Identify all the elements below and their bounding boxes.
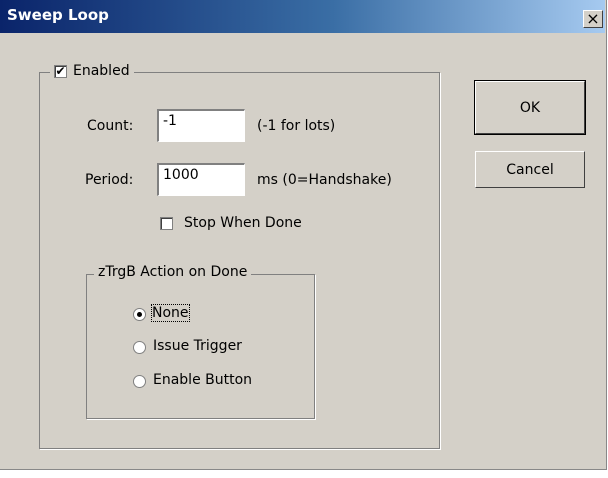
enabled-checkbox[interactable]: ✔ [54,64,67,78]
title-bar: Sweep Loop × [0,0,605,33]
window-title: Sweep Loop [7,6,109,24]
enabled-label: Enabled [73,63,130,79]
radio-selected-dot [137,312,142,317]
radio-none-label[interactable]: None [151,304,190,322]
stop-when-done-checkbox[interactable] [160,216,173,230]
close-button[interactable]: × [583,10,603,28]
ok-button[interactable]: OK [474,80,586,135]
radio-issue-trigger[interactable] [133,341,146,354]
radio-none[interactable] [133,308,146,321]
cancel-button[interactable]: Cancel [475,151,585,188]
ztrgb-legend: zTrgB Action on Done [94,264,252,280]
count-label: Count: [87,118,134,134]
radio-enable-button[interactable] [133,375,146,388]
sweep-loop-dialog: Sweep Loop × ✔ Enabled Count: -1 (-1 for… [0,0,607,470]
stop-when-done-option[interactable]: Stop When Done [160,215,302,231]
radio-issue-trigger-label[interactable]: Issue Trigger [153,338,242,354]
ztrgb-group-label: zTrgB Action on Done [98,264,248,280]
enabled-legend[interactable]: ✔ Enabled [50,63,134,79]
period-input[interactable]: 1000 [157,163,245,196]
radio-enable-button-label[interactable]: Enable Button [153,372,252,388]
stop-when-done-label: Stop When Done [184,215,302,231]
checkmark-icon: ✔ [55,64,66,78]
period-hint: ms (0=Handshake) [257,172,392,188]
count-input[interactable]: -1 [157,109,245,142]
count-hint: (-1 for lots) [257,118,336,134]
close-icon: × [586,9,600,28]
period-label: Period: [85,172,134,188]
